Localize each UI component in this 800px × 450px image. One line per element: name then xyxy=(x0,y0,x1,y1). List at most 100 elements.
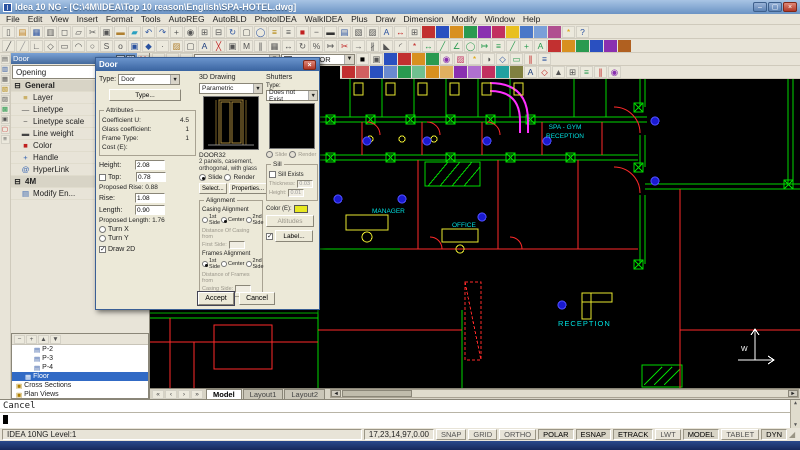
line-icon[interactable]: ╱ xyxy=(2,40,15,52)
casing-2nd-side-radio[interactable] xyxy=(246,217,252,223)
slide-radio[interactable] xyxy=(199,174,206,181)
idea-convert-icon[interactable] xyxy=(450,26,463,38)
grid-tool-icon[interactable]: ⊞ xyxy=(566,66,579,78)
tree-item-p-2[interactable]: ▤P-2 xyxy=(12,345,148,354)
door-type-select[interactable]: Door ▼ xyxy=(118,74,180,85)
ellipse-icon[interactable]: o xyxy=(114,40,127,52)
maximize-button[interactable]: ▢ xyxy=(768,2,782,12)
autobld-wall-icon[interactable] xyxy=(548,40,561,52)
photo-render-icon[interactable]: ▨ xyxy=(454,53,467,65)
view-plan-icon[interactable]: ▭ xyxy=(510,53,523,65)
properties-button[interactable]: Properties... xyxy=(229,183,267,194)
toggle-ortho[interactable]: ORTHO xyxy=(499,429,536,440)
accept-button[interactable]: Accept xyxy=(198,292,234,305)
tree-collapse-icon[interactable]: − xyxy=(14,335,25,344)
menu-autobld[interactable]: AutoBLD xyxy=(209,14,251,24)
menu-autoreg[interactable]: AutoREG xyxy=(165,14,209,24)
properties-palette-icon[interactable]: ▤ xyxy=(338,26,351,38)
design-center-icon[interactable]: ▧ xyxy=(352,26,365,38)
sill-thickness-field[interactable] xyxy=(297,180,313,188)
color-bylayer-icon[interactable]: ■ xyxy=(356,53,369,65)
top-checkbox[interactable] xyxy=(99,174,106,181)
construction-line-icon[interactable]: ╱ xyxy=(16,40,29,52)
autobld-roof-icon[interactable] xyxy=(618,40,631,52)
render-scene-icon[interactable] xyxy=(548,26,561,38)
draw-2d-checkbox[interactable] xyxy=(99,246,106,253)
sill-height-field[interactable] xyxy=(288,189,304,197)
close-button[interactable]: × xyxy=(783,2,797,12)
casing-center-radio[interactable] xyxy=(221,217,227,223)
dock-find-icon[interactable]: ▣ xyxy=(1,115,10,124)
copy-object-icon[interactable]: ▣ xyxy=(226,40,239,52)
resize-grip[interactable]: ◢ xyxy=(789,429,798,440)
menu-draw[interactable]: Draw xyxy=(372,14,400,24)
select-button[interactable]: Select... xyxy=(199,183,227,194)
tab-model[interactable]: Model xyxy=(206,389,242,399)
first-tab-icon[interactable]: « xyxy=(152,390,164,399)
next-tab-icon[interactable]: › xyxy=(178,390,190,399)
circle-icon[interactable]: ○ xyxy=(86,40,99,52)
dim-style-icon[interactable]: ↔ xyxy=(394,26,407,38)
north-tool-icon[interactable]: ▲ xyxy=(552,66,565,78)
sill-color-swatch[interactable] xyxy=(294,205,308,213)
idea-walk-icon[interactable] xyxy=(492,26,505,38)
layer-states-icon[interactable]: ≡ xyxy=(282,26,295,38)
scroll-up-icon[interactable]: ▲ xyxy=(791,400,800,406)
menu-photoidea[interactable]: PhotoIDEA xyxy=(251,14,301,24)
chamfer-icon[interactable]: ◣ xyxy=(380,40,393,52)
autobld-door-icon[interactable] xyxy=(576,40,589,52)
shutters-slide-radio[interactable] xyxy=(266,151,273,158)
redo-icon[interactable]: ↷ xyxy=(156,26,169,38)
dialog-titlebar[interactable]: Door × xyxy=(96,58,319,71)
tree-down-icon[interactable]: ▼ xyxy=(50,335,61,344)
dim-baseline-icon[interactable]: ≡ xyxy=(492,40,505,52)
railing-tool-icon[interactable] xyxy=(482,66,495,78)
dock-sheets-icon[interactable]: ▨ xyxy=(1,95,10,104)
ramp-tool-icon[interactable] xyxy=(496,66,509,78)
idea-sun-icon[interactable] xyxy=(506,26,519,38)
plot-preview-icon[interactable]: ◻ xyxy=(58,26,71,38)
new-icon[interactable]: ▯ xyxy=(2,26,15,38)
zoom-realtime-icon[interactable]: ◉ xyxy=(184,26,197,38)
dim-edit-icon[interactable]: A xyxy=(534,40,547,52)
toggle-grid[interactable]: GRID xyxy=(468,429,497,440)
type-button[interactable]: Type... xyxy=(109,89,181,101)
dock-list-icon[interactable]: ≡ xyxy=(1,135,10,144)
linetype-control-icon[interactable]: − xyxy=(310,26,323,38)
door-tool-icon[interactable] xyxy=(398,66,411,78)
insert-block-icon[interactable]: ▣ xyxy=(128,40,141,52)
tree-item-p-3[interactable]: ▤P-3 xyxy=(12,354,148,363)
slab-tool-icon[interactable] xyxy=(454,66,467,78)
top-field[interactable] xyxy=(136,172,166,182)
level-tool-icon[interactable]: ≡ xyxy=(580,66,593,78)
stair-tool-icon[interactable] xyxy=(440,66,453,78)
leader-icon[interactable]: ╱ xyxy=(506,40,519,52)
render-radio[interactable] xyxy=(224,174,231,181)
label-checkbox[interactable] xyxy=(266,233,273,240)
dim-radius-icon[interactable]: ◯ xyxy=(464,40,477,52)
regen-icon[interactable]: ↻ xyxy=(226,26,239,38)
drawing3d-mode-select[interactable]: Parametric ▼ xyxy=(199,83,263,94)
wall-tool-icon[interactable] xyxy=(342,66,355,78)
toggle-esnap[interactable]: ESNAP xyxy=(576,429,611,440)
tree-expand-icon[interactable]: + xyxy=(26,335,37,344)
tool-palettes-icon[interactable]: ▨ xyxy=(366,26,379,38)
sill-exists-checkbox[interactable] xyxy=(269,171,276,178)
casing-1st-side-radio[interactable] xyxy=(202,217,208,223)
column-tool-icon[interactable] xyxy=(370,66,383,78)
dim-continue-icon[interactable]: ↦ xyxy=(478,40,491,52)
copy-clip-icon[interactable]: ▣ xyxy=(100,26,113,38)
idea-building-icon[interactable] xyxy=(422,26,435,38)
draw-order-icon[interactable]: ▣ xyxy=(370,53,383,65)
array-icon[interactable]: ▦ xyxy=(268,40,281,52)
label-button[interactable]: Label... xyxy=(275,230,313,242)
undo-icon[interactable]: ↶ xyxy=(142,26,155,38)
elevation-icon[interactable]: ≡ xyxy=(538,53,551,65)
polyline-icon[interactable]: ∟ xyxy=(30,40,43,52)
match-properties-icon[interactable]: ▰ xyxy=(128,26,141,38)
lineweight-control-icon[interactable]: ▬ xyxy=(324,26,337,38)
help-icon[interactable]: ? xyxy=(576,26,589,38)
extend-icon[interactable]: → xyxy=(352,40,365,52)
offset-icon[interactable]: ∥ xyxy=(254,40,267,52)
mtext-icon[interactable]: A xyxy=(198,40,211,52)
